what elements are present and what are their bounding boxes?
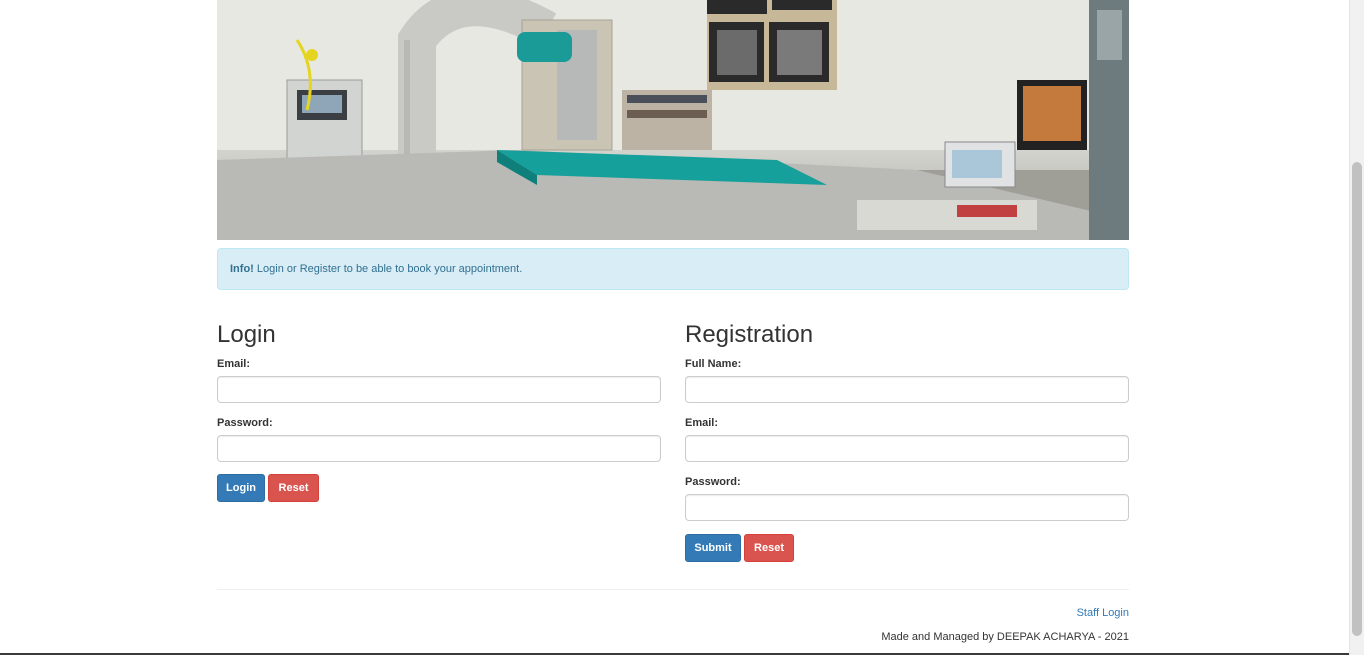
register-password-label: Password: (685, 476, 741, 488)
operating-room-illustration (217, 0, 1129, 240)
login-email-label: Email: (217, 358, 251, 370)
login-section: Login Email: Password: Login Reset (217, 320, 661, 502)
login-password-label: Password: (217, 417, 273, 429)
register-fullname-label: Full Name: (685, 358, 742, 370)
register-reset-button[interactable]: Reset (744, 534, 794, 562)
registration-title: Registration (685, 321, 814, 348)
page-scrollbar[interactable] (1349, 0, 1364, 655)
staff-login-link[interactable]: Staff Login (1077, 607, 1129, 619)
scrollbar-thumb[interactable] (1352, 162, 1362, 636)
footer-divider (217, 589, 1129, 590)
register-password-input[interactable] (685, 494, 1129, 521)
register-submit-button[interactable]: Submit (685, 534, 741, 562)
register-email-input[interactable] (685, 435, 1129, 462)
registration-section: Registration Full Name: Email: Password:… (685, 320, 1129, 562)
login-button[interactable]: Login (217, 474, 265, 502)
login-email-input[interactable] (217, 376, 661, 403)
register-fullname-input[interactable] (685, 376, 1129, 403)
login-password-input[interactable] (217, 435, 661, 462)
alert-message: Login or Register to be able to book you… (256, 263, 523, 275)
alert-strong: Info! (230, 263, 254, 275)
login-title: Login (217, 321, 276, 348)
info-alert: Info! Login or Register to be able to bo… (217, 248, 1129, 290)
register-email-label: Email: (685, 417, 719, 429)
login-reset-button[interactable]: Reset (268, 474, 319, 502)
hero-image (217, 0, 1129, 240)
footer-credit: Made and Managed by DEEPAK ACHARYA - 202… (881, 631, 1129, 643)
